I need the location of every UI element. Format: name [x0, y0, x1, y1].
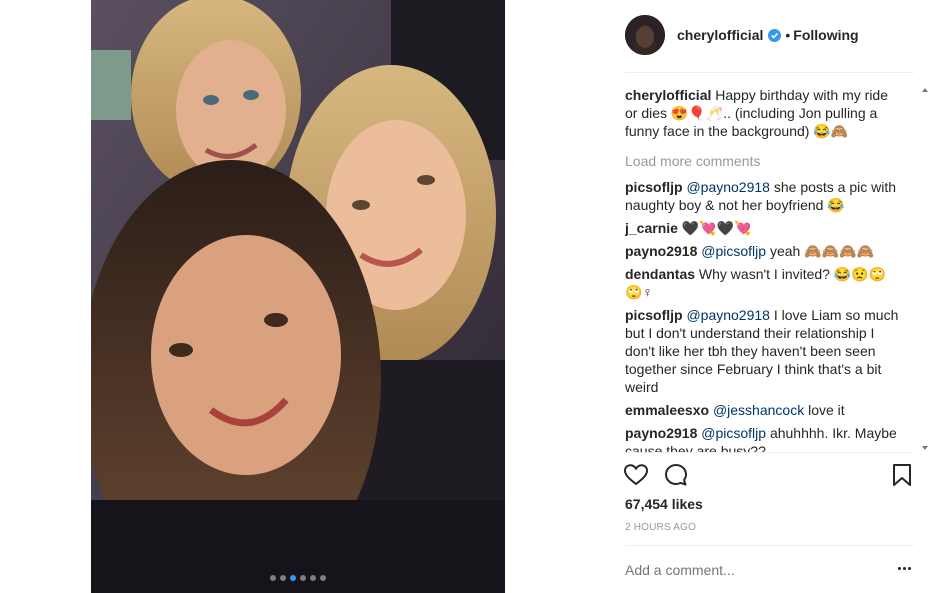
comment-rows: picsofljp @payno2918 she posts a pic wit… — [625, 178, 900, 452]
header-separator: • — [785, 27, 791, 43]
comment-username[interactable]: emmaleesxo — [625, 402, 709, 418]
comment-item: dendantas Why wasn't I invited? 😂😟🙄🙄♀ — [625, 265, 900, 301]
comment-mention-link[interactable]: @jesshancock — [713, 402, 804, 418]
comment-item: emmaleesxo @jesshancock love it — [625, 401, 900, 419]
add-comment-input[interactable] — [625, 562, 825, 578]
comment-username[interactable]: picsofljp — [625, 179, 683, 195]
comment-text: 🖤💘🖤💘 — [681, 220, 752, 236]
comment-icon[interactable] — [663, 462, 689, 488]
comments-scrollbar[interactable] — [921, 86, 929, 452]
more-options-icon[interactable] — [896, 567, 911, 570]
post-sidebar: cherylofficial • Following cherylofficia… — [610, 0, 929, 593]
comment-item: payno2918 @picsofljp ahuhhhh. Ikr. Maybe… — [625, 424, 900, 452]
post-photo[interactable] — [91, 0, 505, 593]
carousel-dot[interactable] — [280, 575, 286, 581]
comment-username[interactable]: payno2918 — [625, 243, 697, 259]
load-more-comments-button[interactable]: Load more comments — [625, 152, 900, 170]
caption: cherylofficial Happy birthday with my ri… — [625, 86, 900, 140]
avatar-image — [625, 15, 665, 55]
carousel-dot[interactable] — [320, 575, 326, 581]
verified-badge-icon — [768, 28, 782, 42]
scroll-down-arrow-icon[interactable] — [922, 446, 928, 450]
comment-mention-link[interactable]: @payno2918 — [686, 307, 770, 323]
carousel-dot[interactable] — [310, 575, 316, 581]
following-button[interactable]: Following — [793, 27, 858, 43]
heart-icon[interactable] — [623, 462, 649, 488]
comment-username[interactable]: dendantas — [625, 266, 695, 282]
header-divider — [625, 72, 914, 73]
post-username[interactable]: cherylofficial — [677, 27, 763, 43]
post-timestamp: 2 HOURS AGO — [625, 522, 697, 533]
comment-text: yeah 🙈🙈🙈🙈 — [766, 243, 874, 259]
post-view: cherylofficial • Following cherylofficia… — [0, 0, 929, 593]
comment-item: picsofljp @payno2918 she posts a pic wit… — [625, 178, 900, 214]
comment-text: love it — [804, 402, 845, 418]
selfie-image — [91, 0, 505, 593]
carousel-dot[interactable] — [290, 575, 296, 581]
comment-item: payno2918 @picsofljp yeah 🙈🙈🙈🙈 — [625, 242, 900, 260]
comment-username[interactable]: j_carnie — [625, 220, 678, 236]
bookmark-icon[interactable] — [889, 462, 915, 488]
comment-username[interactable]: picsofljp — [625, 307, 683, 323]
action-bar — [623, 462, 913, 488]
comment-mention-link[interactable]: @payno2918 — [686, 179, 770, 195]
carousel-dot[interactable] — [300, 575, 306, 581]
likes-count[interactable]: 67,454 likes — [625, 496, 703, 512]
carousel-indicator — [91, 575, 505, 581]
comment-item: picsofljp @payno2918 I love Liam so much… — [625, 306, 900, 396]
comment-username[interactable]: payno2918 — [625, 425, 697, 441]
comment-mention-link[interactable]: @picsofljp — [701, 243, 766, 259]
post-header: cherylofficial • Following — [625, 14, 859, 56]
comment-mention-link[interactable]: @picsofljp — [701, 425, 766, 441]
footer-divider — [625, 545, 914, 546]
comments-divider — [625, 452, 914, 453]
avatar[interactable] — [625, 15, 665, 55]
scroll-up-arrow-icon[interactable] — [922, 88, 928, 92]
caption-username[interactable]: cherylofficial — [625, 87, 711, 103]
carousel-dot[interactable] — [270, 575, 276, 581]
comments-list[interactable]: cherylofficial Happy birthday with my ri… — [625, 86, 900, 452]
comment-item: j_carnie 🖤💘🖤💘 — [625, 219, 900, 237]
